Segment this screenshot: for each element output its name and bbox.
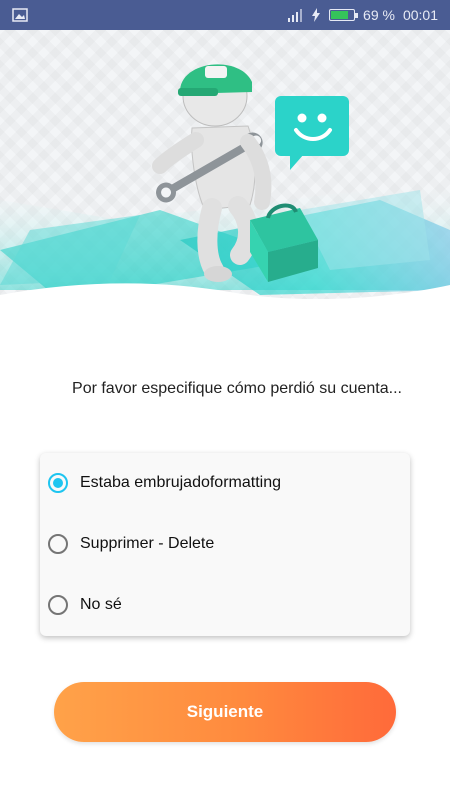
charging-icon	[312, 8, 321, 22]
battery-percent: 69 %	[363, 7, 395, 23]
image-icon	[12, 7, 28, 26]
options-card: Estaba embrujadoformatting Supprimer - D…	[40, 453, 410, 636]
question-text: Por favor especifique cómo perdió su cue…	[72, 380, 402, 397]
radio-unselected-icon[interactable]	[48, 595, 68, 615]
option-estaba-embrujado[interactable]: Estaba embrujadoformatting	[48, 463, 398, 503]
hero-illustration	[0, 30, 450, 320]
radio-selected-icon[interactable]	[48, 473, 68, 493]
siguiente-button[interactable]: Siguiente	[54, 682, 396, 742]
battery-icon	[329, 9, 359, 21]
signal-icon	[288, 9, 303, 22]
button-label: Siguiente	[186, 702, 264, 721]
status-bar: 69 % 00:01	[0, 0, 450, 30]
radio-unselected-icon[interactable]	[48, 534, 68, 554]
option-label: No sé	[80, 596, 122, 613]
option-label: Estaba embrujadoformatting	[80, 474, 281, 491]
option-supprimer-delete[interactable]: Supprimer - Delete	[48, 524, 398, 564]
clock: 00:01	[402, 7, 438, 23]
option-label: Supprimer - Delete	[80, 535, 215, 552]
option-no-se[interactable]: No sé	[48, 585, 398, 625]
smiley-chat-bubble-icon	[275, 96, 349, 170]
